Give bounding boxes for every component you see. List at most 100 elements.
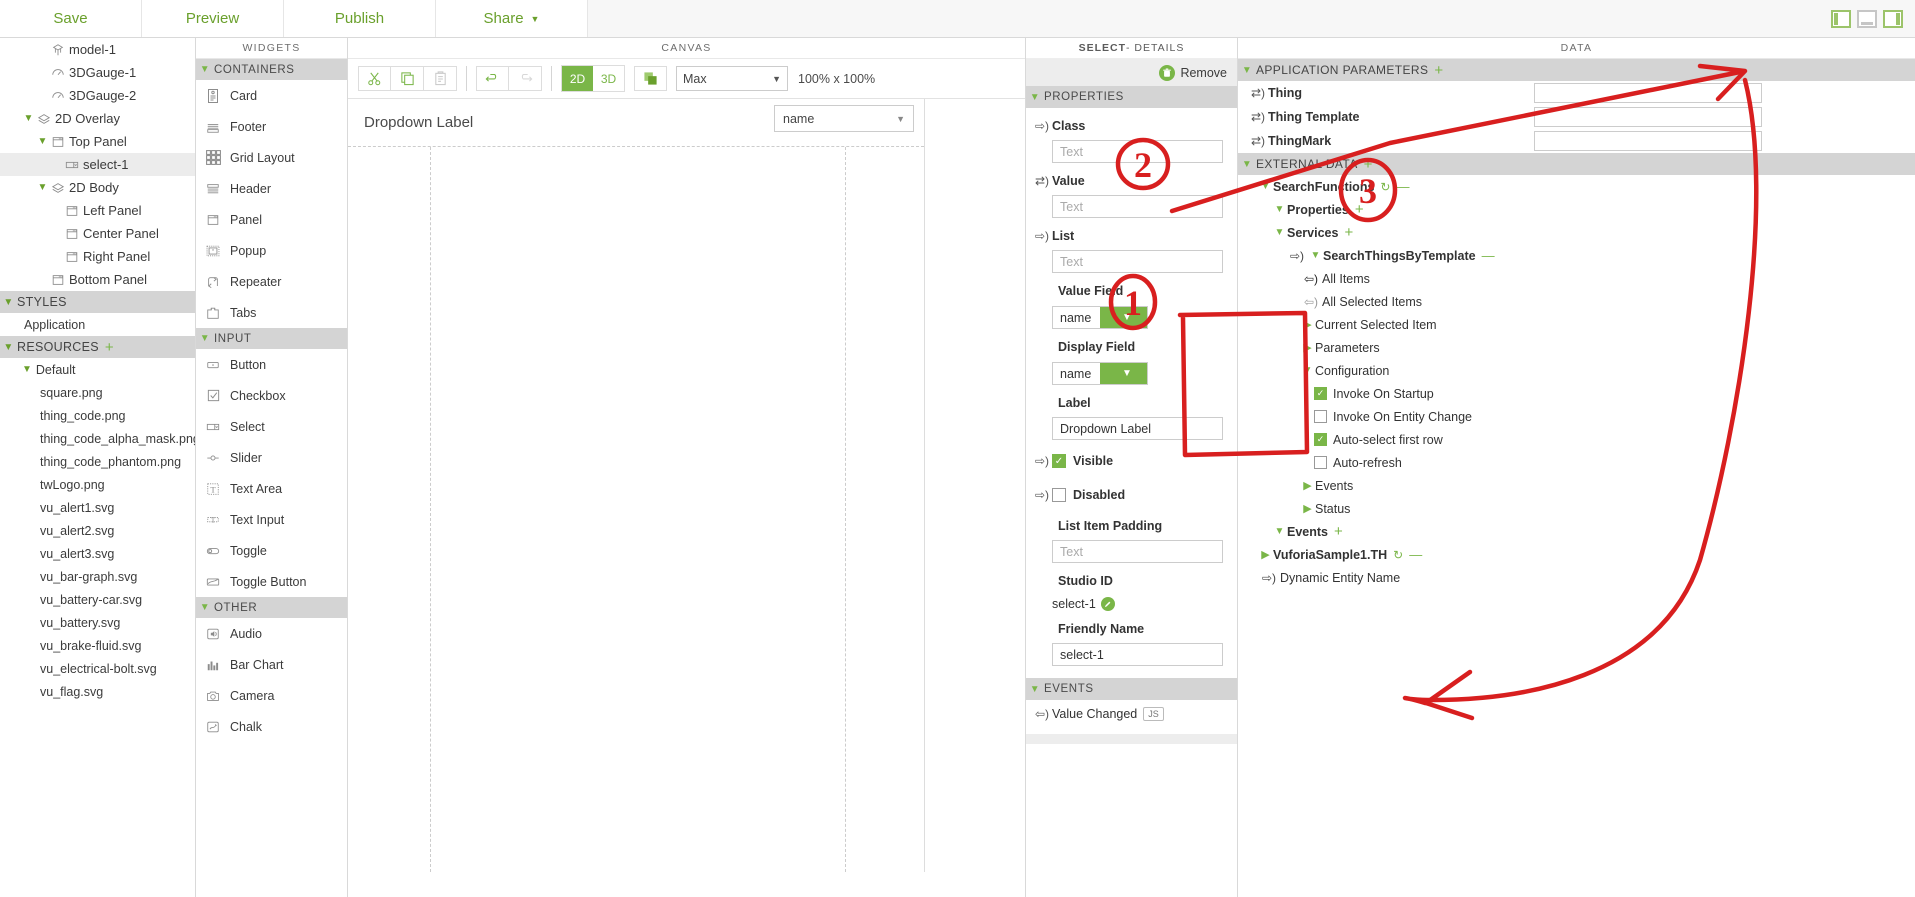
- disabled-checkbox[interactable]: [1052, 488, 1066, 502]
- add-resource-icon[interactable]: +: [105, 340, 114, 355]
- data-tree-node-invoke-on-entity-change[interactable]: Invoke On Entity Change: [1238, 405, 1915, 428]
- data-tree-node-properties[interactable]: ▼ Properties +: [1238, 198, 1915, 221]
- chevron-down-icon[interactable]: ▼: [1300, 365, 1315, 376]
- app-parameter-input[interactable]: [1534, 107, 1762, 127]
- widget-item-audio[interactable]: Audio: [196, 618, 347, 649]
- tree-node-center-panel[interactable]: ▼ Center Panel: [0, 222, 195, 245]
- tree-node-bottom-panel[interactable]: ▼ Bottom Panel: [0, 268, 195, 291]
- disabled-row[interactable]: ⇨) Disabled: [1026, 482, 1237, 508]
- chevron-down-icon[interactable]: ▼: [1272, 204, 1287, 215]
- chevron-down-icon[interactable]: ▼: [36, 182, 49, 193]
- widget-item-footer[interactable]: Footer: [196, 111, 347, 142]
- data-tree-node-parameters[interactable]: ▶ Parameters: [1238, 336, 1915, 359]
- data-checkbox[interactable]: ✓: [1314, 387, 1327, 400]
- data-tree-node-searchfunctions[interactable]: ▼ SearchFunctions ↻ —: [1238, 175, 1915, 198]
- property-input[interactable]: Text: [1052, 140, 1223, 163]
- resource-item[interactable]: vu_brake-fluid.svg: [0, 634, 195, 657]
- paste-icon[interactable]: [424, 66, 457, 91]
- cut-icon[interactable]: [358, 66, 391, 91]
- select-widget-preview[interactable]: Dropdown Label name ▼: [348, 99, 924, 147]
- dropdown-preview-select[interactable]: name ▼: [774, 105, 914, 132]
- widget-item-repeater[interactable]: Repeater: [196, 266, 347, 297]
- resource-item[interactable]: vu_alert2.svg: [0, 519, 195, 542]
- value-field-select[interactable]: name ▼: [1052, 306, 1148, 329]
- widget-item-select[interactable]: Select: [196, 411, 347, 442]
- data-tree-node-events[interactable]: ▶ Events: [1238, 474, 1915, 497]
- visible-row[interactable]: ⇨) ✓ Visible: [1026, 448, 1237, 474]
- resource-item[interactable]: vu_alert3.svg: [0, 542, 195, 565]
- resource-item[interactable]: vu_bar-graph.svg: [0, 565, 195, 588]
- section-application-parameters[interactable]: ▼ APPLICATION PARAMETERS +: [1238, 59, 1915, 81]
- resource-item[interactable]: vu_alert1.svg: [0, 496, 195, 519]
- widget-item-slider[interactable]: Slider: [196, 442, 347, 473]
- event-value-changed-row[interactable]: ⇦) Value Changed JS: [1026, 700, 1237, 728]
- edit-pencil-icon[interactable]: [1100, 597, 1115, 611]
- tree-node-3dgauge-2[interactable]: ▼ 3DGauge-2: [0, 84, 195, 107]
- widget-item-button[interactable]: Button: [196, 349, 347, 380]
- tree-node-right-panel[interactable]: ▼ Right Panel: [0, 245, 195, 268]
- undo-icon[interactable]: [476, 66, 509, 91]
- section-events[interactable]: ▼ EVENTS: [1026, 678, 1237, 700]
- tree-node-select-1[interactable]: ▼ select-1: [0, 153, 195, 176]
- chevron-right-icon[interactable]: ▶: [1300, 318, 1315, 331]
- tree-node-2d-body[interactable]: ▼ 2D Body: [0, 176, 195, 199]
- publish-button[interactable]: Publish: [284, 0, 436, 37]
- chevron-right-icon[interactable]: ▶: [1300, 502, 1315, 515]
- share-button[interactable]: Share ▼: [436, 0, 588, 37]
- data-checkbox[interactable]: [1314, 410, 1327, 423]
- list-item-padding-input[interactable]: Text: [1052, 540, 1223, 563]
- resource-item[interactable]: square.png: [0, 381, 195, 404]
- data-tree-node-all-items[interactable]: ⇦) All Items: [1238, 267, 1915, 290]
- property-input[interactable]: Text: [1052, 250, 1223, 273]
- label-field-input[interactable]: Dropdown Label: [1052, 417, 1223, 440]
- widget-item-camera[interactable]: Camera: [196, 680, 347, 711]
- app-parameter-input[interactable]: [1534, 83, 1762, 103]
- add-external-data-icon[interactable]: +: [1364, 157, 1373, 172]
- widget-item-text-area[interactable]: T Text Area: [196, 473, 347, 504]
- view-mode-toggle[interactable]: 2D 3D: [561, 65, 625, 92]
- copy-icon[interactable]: [391, 66, 424, 91]
- app-parameter-input[interactable]: [1534, 131, 1762, 151]
- widget-item-bar-chart[interactable]: Bar Chart: [196, 649, 347, 680]
- resource-item[interactable]: twLogo.png: [0, 473, 195, 496]
- resource-item[interactable]: vu_battery-car.svg: [0, 588, 195, 611]
- widget-item-tabs[interactable]: Tabs: [196, 297, 347, 328]
- widget-group-other[interactable]: ▼ OTHER: [196, 597, 347, 618]
- section-properties[interactable]: ▼ PROPERTIES: [1026, 86, 1237, 108]
- data-tree-node-services[interactable]: ▼ Services +: [1238, 221, 1915, 244]
- widget-item-toggle[interactable]: Toggle: [196, 535, 347, 566]
- resource-item[interactable]: thing_code_alpha_mask.png: [0, 427, 195, 450]
- widget-group-containers[interactable]: ▼ CONTAINERS: [196, 59, 347, 80]
- canvas-stage[interactable]: Dropdown Label name ▼: [348, 99, 1025, 897]
- chevron-down-icon[interactable]: ▼: [36, 136, 49, 147]
- resource-item[interactable]: thing_code.png: [0, 404, 195, 427]
- data-tree-node-all-selected-items[interactable]: ⇦) All Selected Items: [1238, 290, 1915, 313]
- chevron-right-icon[interactable]: ▶: [1258, 548, 1273, 561]
- data-tree-node-auto-refresh[interactable]: Auto-refresh: [1238, 451, 1915, 474]
- data-checkbox[interactable]: [1314, 456, 1327, 469]
- tree-node-3dgauge-1[interactable]: ▼ 3DGauge-1: [0, 61, 195, 84]
- chevron-down-icon[interactable]: ▼: [1308, 250, 1323, 261]
- chevron-right-icon[interactable]: ▶: [1300, 479, 1315, 492]
- right-pane-toggle-icon[interactable]: [1883, 9, 1903, 28]
- js-badge[interactable]: JS: [1143, 707, 1164, 721]
- data-tree-node-current-selected-item[interactable]: ▶ Current Selected Item: [1238, 313, 1915, 336]
- resource-item[interactable]: vu_flag.svg: [0, 680, 195, 703]
- data-tree-node-dynamic-entity-name[interactable]: ⇨) Dynamic Entity Name: [1238, 566, 1915, 589]
- chevron-down-icon[interactable]: ▼: [1272, 526, 1287, 537]
- data-tree-node-configuration[interactable]: ▼ Configuration: [1238, 359, 1915, 382]
- display-field-select[interactable]: name ▼: [1052, 362, 1148, 385]
- tree-node-2d-overlay[interactable]: ▼ 2D Overlay: [0, 107, 195, 130]
- preview-button[interactable]: Preview: [142, 0, 284, 37]
- refresh-icon[interactable]: ↻: [1380, 180, 1390, 194]
- widget-item-toggle-button[interactable]: Toggle Button: [196, 566, 347, 597]
- chevron-down-icon[interactable]: ▼: [1272, 227, 1287, 238]
- redo-icon[interactable]: [509, 66, 542, 91]
- resource-item[interactable]: thing_code_phantom.png: [0, 450, 195, 473]
- visible-checkbox[interactable]: ✓: [1052, 454, 1066, 468]
- widget-item-card[interactable]: Card: [196, 80, 347, 111]
- bottom-pane-toggle-icon[interactable]: [1857, 9, 1877, 28]
- resource-item[interactable]: vu_electrical-bolt.svg: [0, 657, 195, 680]
- tree-node-top-panel[interactable]: ▼ Top Panel: [0, 130, 195, 153]
- widget-group-input[interactable]: ▼ INPUT: [196, 328, 347, 349]
